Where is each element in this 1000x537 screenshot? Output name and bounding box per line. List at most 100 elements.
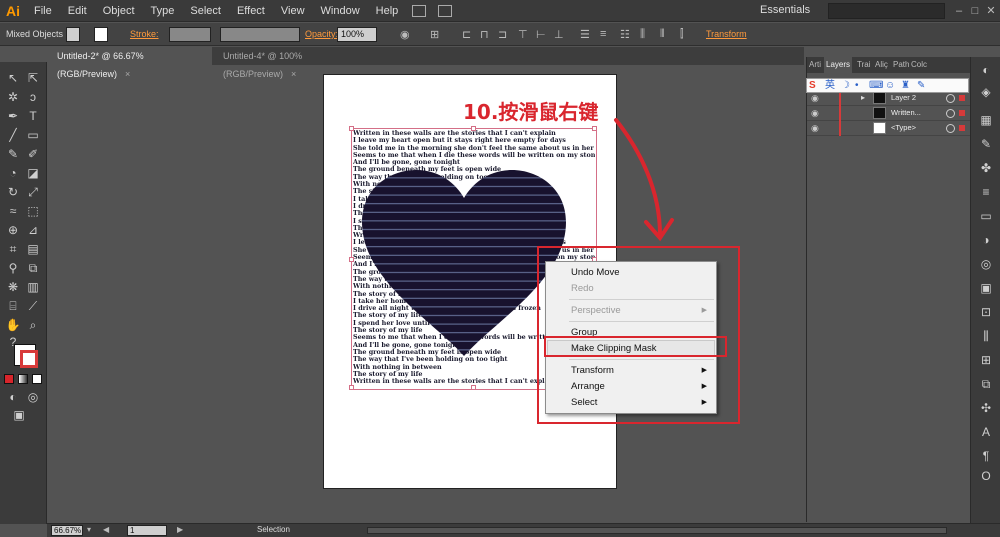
distribute-right-icon[interactable]: ⫿ — [680, 28, 684, 41]
resize-handle[interactable] — [592, 126, 597, 131]
resize-handle[interactable] — [349, 385, 354, 390]
color-panel-icon[interactable]: ◐ — [979, 63, 993, 77]
blob-brush-tool-icon[interactable]: ◔ — [4, 165, 22, 182]
zoom-dropdown-icon[interactable]: ▾ — [87, 525, 91, 534]
resize-handle[interactable] — [471, 126, 476, 131]
align-right-icon[interactable]: ⊐ — [498, 28, 507, 41]
color-mode-icon[interactable] — [4, 374, 14, 384]
expand-arrow-icon[interactable]: ▸ — [861, 93, 865, 102]
opentype-panel-icon[interactable]: O — [979, 469, 993, 483]
tab-untitled-4[interactable]: Untitled-4* @ 100% (RGB/Preview) × — [213, 47, 373, 79]
draw-normal-icon[interactable]: ◐ — [4, 389, 22, 406]
gradient-panel-icon[interactable]: ▭ — [979, 209, 993, 223]
rotate-tool-icon[interactable]: ↻ — [4, 184, 22, 201]
menu-help[interactable]: Help — [368, 0, 407, 22]
tab-transparency[interactable]: Trai — [855, 57, 872, 73]
symbols-panel-icon[interactable]: ✤ — [979, 161, 993, 175]
stroke-weight-field[interactable] — [169, 27, 211, 42]
minimize-button[interactable]: – — [952, 4, 966, 18]
bridge-icon[interactable] — [412, 4, 427, 17]
menu-effect[interactable]: Effect — [229, 0, 273, 22]
rectangle-tool-icon[interactable]: ▭ — [24, 127, 42, 144]
paintbrush-tool-icon[interactable]: ✎ — [4, 146, 22, 163]
character-panel-icon[interactable]: A — [979, 425, 993, 439]
gradient-mode-icon[interactable] — [18, 374, 28, 384]
pencil-tool-icon[interactable]: ✐ — [24, 146, 42, 163]
stroke-swatch[interactable] — [94, 27, 108, 42]
artboard-tool-icon[interactable]: ⌸ — [4, 298, 22, 315]
align-middle-icon[interactable]: ⊢ — [536, 28, 546, 41]
hand-tool-icon[interactable]: ✋ — [4, 317, 22, 334]
menu-object[interactable]: Object — [95, 0, 143, 22]
resize-handle[interactable] — [349, 257, 354, 262]
ime-shirt-icon[interactable]: ♜ — [901, 79, 910, 92]
blend-tool-icon[interactable]: ⧉ — [24, 260, 42, 277]
align-panel-icon[interactable]: ⫼ — [979, 329, 993, 343]
visibility-eye-icon[interactable]: ◉ — [811, 123, 819, 134]
variable-width-field[interactable] — [220, 27, 300, 42]
type-tool-icon[interactable]: T — [24, 108, 42, 125]
target-circle-icon[interactable] — [946, 124, 955, 133]
tab-layers[interactable]: Layers — [824, 57, 853, 73]
paragraph-panel-icon[interactable]: ¶ — [979, 449, 993, 463]
ime-keyboard-icon[interactable]: ⌨ — [869, 79, 883, 92]
column-graph-tool-icon[interactable]: ▥ — [24, 279, 42, 296]
stroke-label[interactable]: Stroke: — [130, 29, 159, 39]
mesh-tool-icon[interactable]: ⌗ — [4, 241, 22, 258]
distribute-hc-icon[interactable]: ⫴ — [660, 28, 665, 41]
align-grid-icon[interactable]: ⊞ — [430, 28, 439, 41]
context-item-transform[interactable]: Transform ▶ — [571, 363, 711, 378]
distribute-center-icon[interactable]: ≡ — [600, 28, 606, 40]
ime-language-label[interactable]: 英 — [825, 79, 835, 92]
opacity-field[interactable]: 100% — [337, 27, 377, 42]
context-item-undo-move[interactable]: Undo Move — [571, 265, 711, 280]
none-mode-icon[interactable] — [32, 374, 42, 384]
brushes-panel-icon[interactable]: ✎ — [979, 137, 993, 151]
menu-file[interactable]: File — [26, 0, 60, 22]
menu-select[interactable]: Select — [182, 0, 229, 22]
horizontal-scrollbar[interactable] — [367, 527, 947, 534]
ime-punctuation-icon[interactable]: • — [855, 79, 859, 92]
page-field[interactable]: 1 — [127, 525, 167, 536]
tab-color[interactable]: Colc — [909, 57, 929, 73]
direct-selection-tool-icon[interactable]: ⇱ — [24, 70, 42, 87]
close-icon[interactable]: × — [291, 69, 296, 79]
search-input[interactable] — [828, 3, 945, 19]
ime-moon-icon[interactable]: ☽ — [841, 79, 850, 92]
stroke-color-swatch[interactable] — [20, 350, 38, 368]
swatches-panel-icon[interactable]: ▦ — [979, 113, 993, 127]
tab-align[interactable]: Aliç — [873, 57, 890, 73]
lasso-tool-icon[interactable]: ↄ — [24, 89, 42, 106]
screen-mode-icon[interactable]: ▣ — [10, 407, 28, 424]
shape-builder-tool-icon[interactable]: ⊕ — [4, 222, 22, 239]
tab-untitled-2[interactable]: Untitled-2* @ 66.67% (RGB/Preview) × — [47, 47, 212, 79]
align-center-icon[interactable]: ⊓ — [480, 28, 489, 41]
zoom-field[interactable]: 66.67% — [51, 525, 83, 536]
visibility-eye-icon[interactable]: ◉ — [811, 108, 819, 119]
menu-view[interactable]: View — [273, 0, 313, 22]
layer-row-written[interactable]: ◉ Written... — [807, 106, 970, 121]
selection-indicator[interactable] — [959, 110, 965, 116]
align-bottom-icon[interactable]: ⊥ — [554, 28, 564, 41]
symbol-sprayer-tool-icon[interactable]: ❋ — [4, 279, 22, 296]
context-item-select[interactable]: Select ▶ — [571, 395, 711, 410]
stroke-panel-icon[interactable]: ≡ — [979, 185, 993, 199]
next-page-icon[interactable]: ▶ — [177, 525, 183, 534]
line-tool-icon[interactable]: ╱ — [4, 127, 22, 144]
target-circle-icon[interactable] — [946, 109, 955, 118]
align-top-icon[interactable]: ⊤ — [518, 28, 528, 41]
fill-swatch[interactable] — [66, 27, 80, 42]
draw-inside-icon[interactable]: ◎ — [24, 389, 42, 406]
layers-panel-icon[interactable]: ◈ — [979, 85, 993, 99]
magic-wand-tool-icon[interactable]: ✲ — [4, 89, 22, 106]
distribute-bottom-icon[interactable]: ☷ — [620, 28, 630, 41]
selection-tool-icon[interactable]: ↖ — [4, 70, 22, 87]
artboards-panel-icon[interactable]: ⧉ — [979, 377, 993, 391]
opacity-label[interactable]: Opacity: — [305, 29, 338, 39]
links-panel-icon[interactable]: ✣ — [979, 401, 993, 415]
gradient-tool-icon[interactable]: ▤ — [24, 241, 42, 258]
menu-window[interactable]: Window — [313, 0, 368, 22]
resize-handle[interactable] — [471, 385, 476, 390]
eraser-tool-icon[interactable]: ◪ — [24, 165, 42, 182]
selection-indicator[interactable] — [959, 125, 965, 131]
